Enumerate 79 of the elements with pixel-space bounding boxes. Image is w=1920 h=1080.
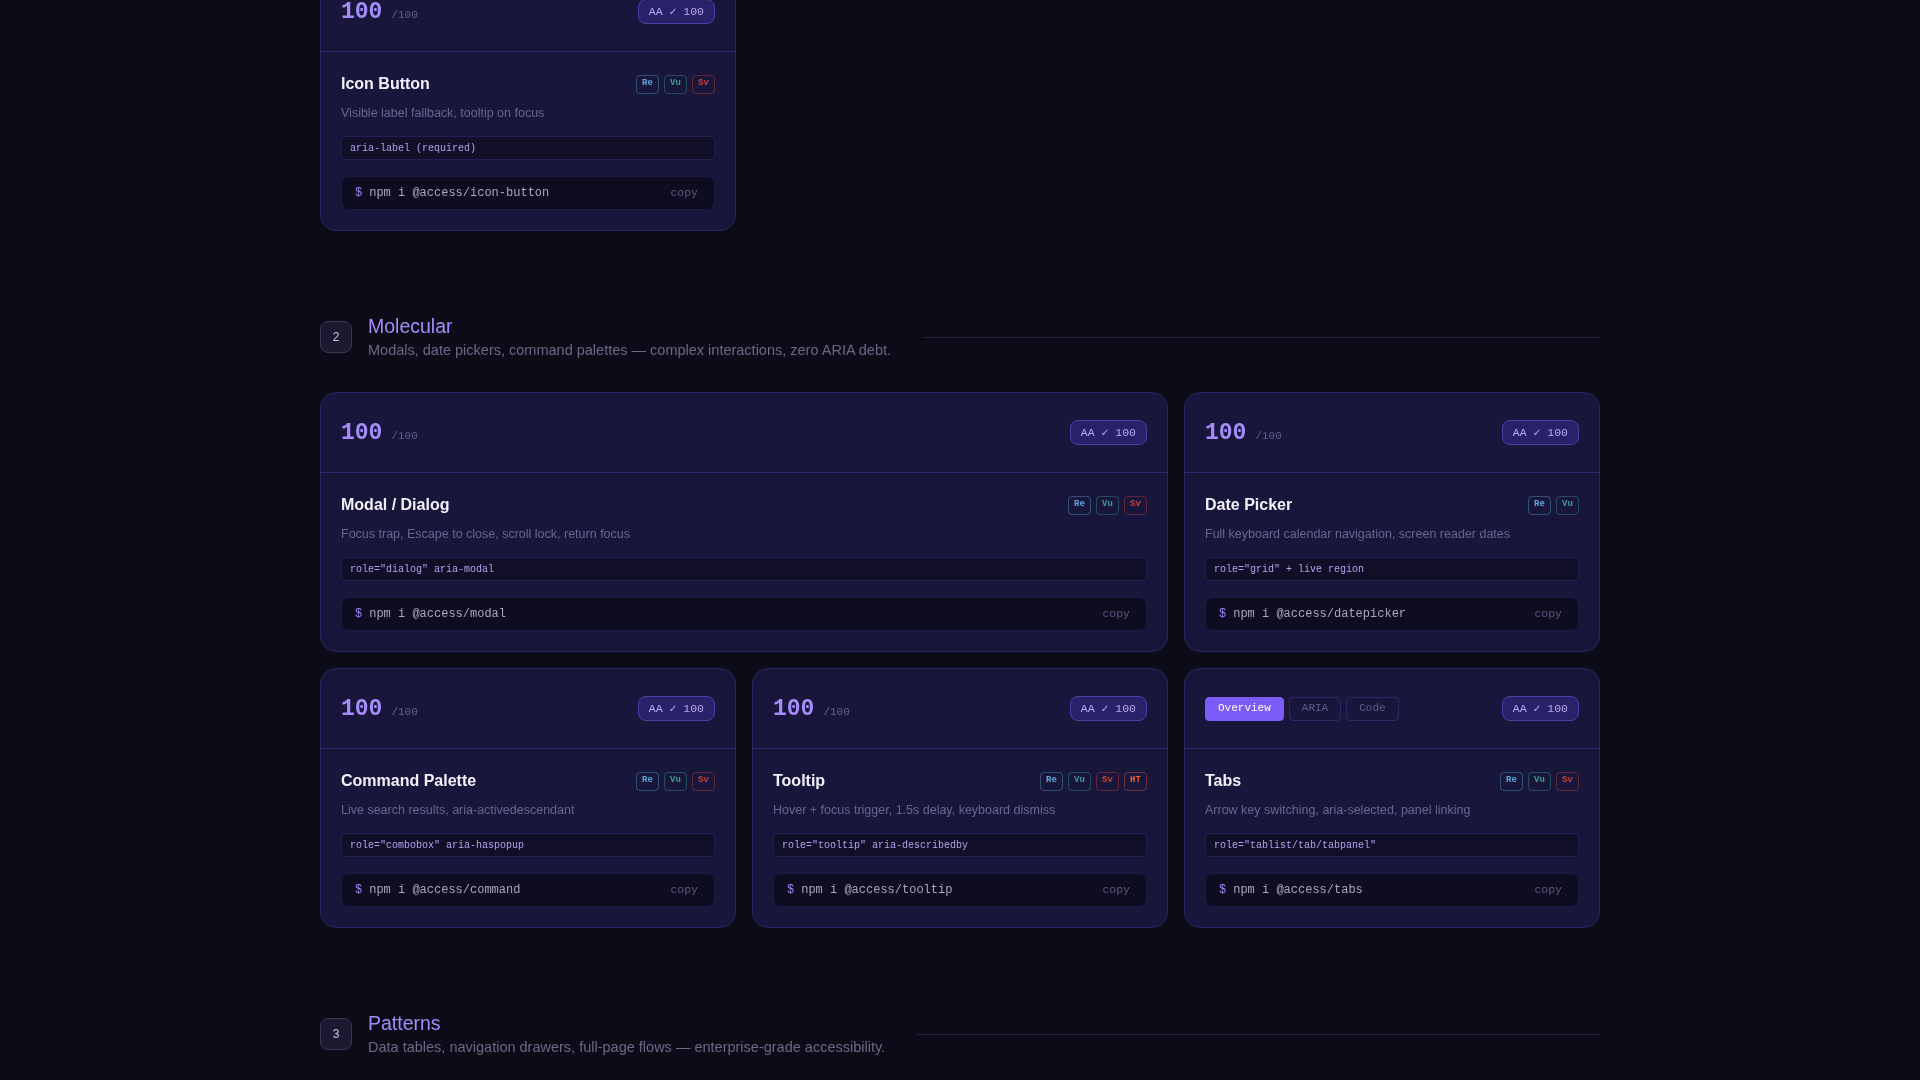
compliance-badge: AA ✓ 100 bbox=[1501, 420, 1579, 445]
section-title: Molecular bbox=[368, 314, 454, 338]
aria-attributes: role="dialog" aria-modal bbox=[341, 557, 1147, 581]
section-number: 2 bbox=[320, 321, 352, 353]
component-description: Focus trap, Escape to close, scroll lock, return focus bbox=[341, 526, 631, 543]
copy-button[interactable]: copy bbox=[1534, 605, 1562, 623]
compliance-badge: AA ✓ 100 bbox=[1501, 696, 1579, 721]
section-title: Patterns bbox=[368, 1011, 442, 1035]
framework-tag: Sv bbox=[692, 74, 715, 94]
score-value: 100 bbox=[341, 694, 383, 724]
tab[interactable]: Code bbox=[1346, 696, 1399, 721]
component-description: Full keyboard calendar navigation, screen reader dates bbox=[1205, 526, 1512, 543]
prompt-symbol: $ bbox=[355, 185, 363, 202]
component-title: Tabs bbox=[1205, 771, 1242, 791]
compliance-badge: AA ✓ 100 bbox=[1069, 696, 1147, 721]
prompt-symbol: $ bbox=[1219, 606, 1227, 623]
component-title: Command Palette bbox=[341, 771, 477, 791]
tab[interactable]: Overview bbox=[1205, 696, 1284, 721]
framework-tag: Sv bbox=[1556, 771, 1579, 791]
framework-tag: Vu bbox=[664, 74, 687, 94]
score-max: /100 bbox=[823, 704, 850, 720]
copy-button[interactable]: copy bbox=[1102, 881, 1130, 899]
framework-tag: Re bbox=[1068, 495, 1091, 515]
score-value: 100 bbox=[773, 694, 815, 724]
component-title: Date Picker bbox=[1205, 495, 1293, 515]
prompt-symbol: $ bbox=[1219, 882, 1227, 899]
component-description: Live search results, aria-activedescendant bbox=[341, 802, 576, 819]
command-text: npm i @access/tabs bbox=[1233, 882, 1363, 899]
framework-tag: Sv bbox=[692, 771, 715, 791]
prompt-symbol: $ bbox=[355, 882, 363, 899]
section-description: Modals, date pickers, command palettes — complex interactions, zero ARIA debt. bbox=[368, 341, 892, 360]
framework-tag: Vu bbox=[1556, 495, 1579, 515]
command-text: npm i @access/datepicker bbox=[1233, 606, 1407, 623]
prompt-symbol: $ bbox=[355, 606, 363, 623]
component-title: Tooltip bbox=[773, 771, 826, 791]
command-text: npm i @access/command bbox=[369, 882, 521, 899]
aria-attributes: role="combobox" aria-haspopup bbox=[341, 833, 715, 857]
framework-tag: Vu bbox=[1528, 771, 1551, 791]
score-max: /100 bbox=[1255, 428, 1282, 444]
tab[interactable]: ARIA bbox=[1288, 696, 1342, 721]
framework-tag: Re bbox=[1040, 771, 1063, 791]
aria-attributes: role="grid" + live region bbox=[1205, 557, 1579, 581]
command-text: npm i @access/icon-button bbox=[369, 185, 550, 202]
component-description: Arrow key switching, aria-selected, panel linking bbox=[1205, 802, 1472, 819]
command-text: npm i @access/modal bbox=[369, 606, 507, 623]
component-title: Icon Button bbox=[341, 74, 430, 94]
framework-tag: Re bbox=[1500, 771, 1523, 791]
framework-tag: Re bbox=[1528, 495, 1551, 515]
copy-button[interactable]: copy bbox=[1102, 605, 1130, 623]
score-value: 100 bbox=[1205, 418, 1247, 448]
aria-attributes: aria-label (required) bbox=[341, 136, 715, 160]
component-description: Visible label fallback, tooltip on focus bbox=[341, 105, 546, 122]
compliance-badge: AA ✓ 100 bbox=[1069, 420, 1147, 445]
compliance-badge: AA ✓ 100 bbox=[637, 696, 715, 721]
framework-tag: Sv bbox=[1096, 771, 1119, 791]
framework-tag: Vu bbox=[1068, 771, 1091, 791]
component-title: Modal / Dialog bbox=[341, 495, 450, 515]
aria-attributes: role="tablist/tab/tabpanel" bbox=[1205, 833, 1579, 857]
framework-tag: Vu bbox=[664, 771, 687, 791]
framework-tag: Re bbox=[636, 74, 659, 94]
copy-button[interactable]: copy bbox=[670, 184, 698, 202]
section-number: 3 bbox=[320, 1018, 352, 1050]
copy-button[interactable]: copy bbox=[670, 881, 698, 899]
copy-button[interactable]: copy bbox=[1534, 881, 1562, 899]
framework-tag: HT bbox=[1124, 771, 1147, 791]
framework-tag: Re bbox=[636, 771, 659, 791]
aria-attributes: role="tooltip" aria-describedby bbox=[773, 833, 1147, 857]
section-description: Data tables, navigation drawers, full-page flows — enterprise-grade accessibility. bbox=[368, 1038, 886, 1057]
compliance-badge: AA ✓ 100 bbox=[637, 0, 715, 24]
framework-tag: Vu bbox=[1096, 495, 1119, 515]
prompt-symbol: $ bbox=[787, 882, 795, 899]
score-max: /100 bbox=[391, 428, 418, 444]
command-text: npm i @access/tooltip bbox=[801, 882, 953, 899]
component-description: Hover + focus trigger, 1.5s delay, keyboard dismiss bbox=[773, 802, 1057, 819]
framework-tag: Sv bbox=[1124, 495, 1147, 515]
score-value: 100 bbox=[341, 0, 383, 27]
score-max: /100 bbox=[391, 704, 418, 720]
score-max: /100 bbox=[391, 7, 418, 23]
score-value: 100 bbox=[341, 418, 383, 448]
